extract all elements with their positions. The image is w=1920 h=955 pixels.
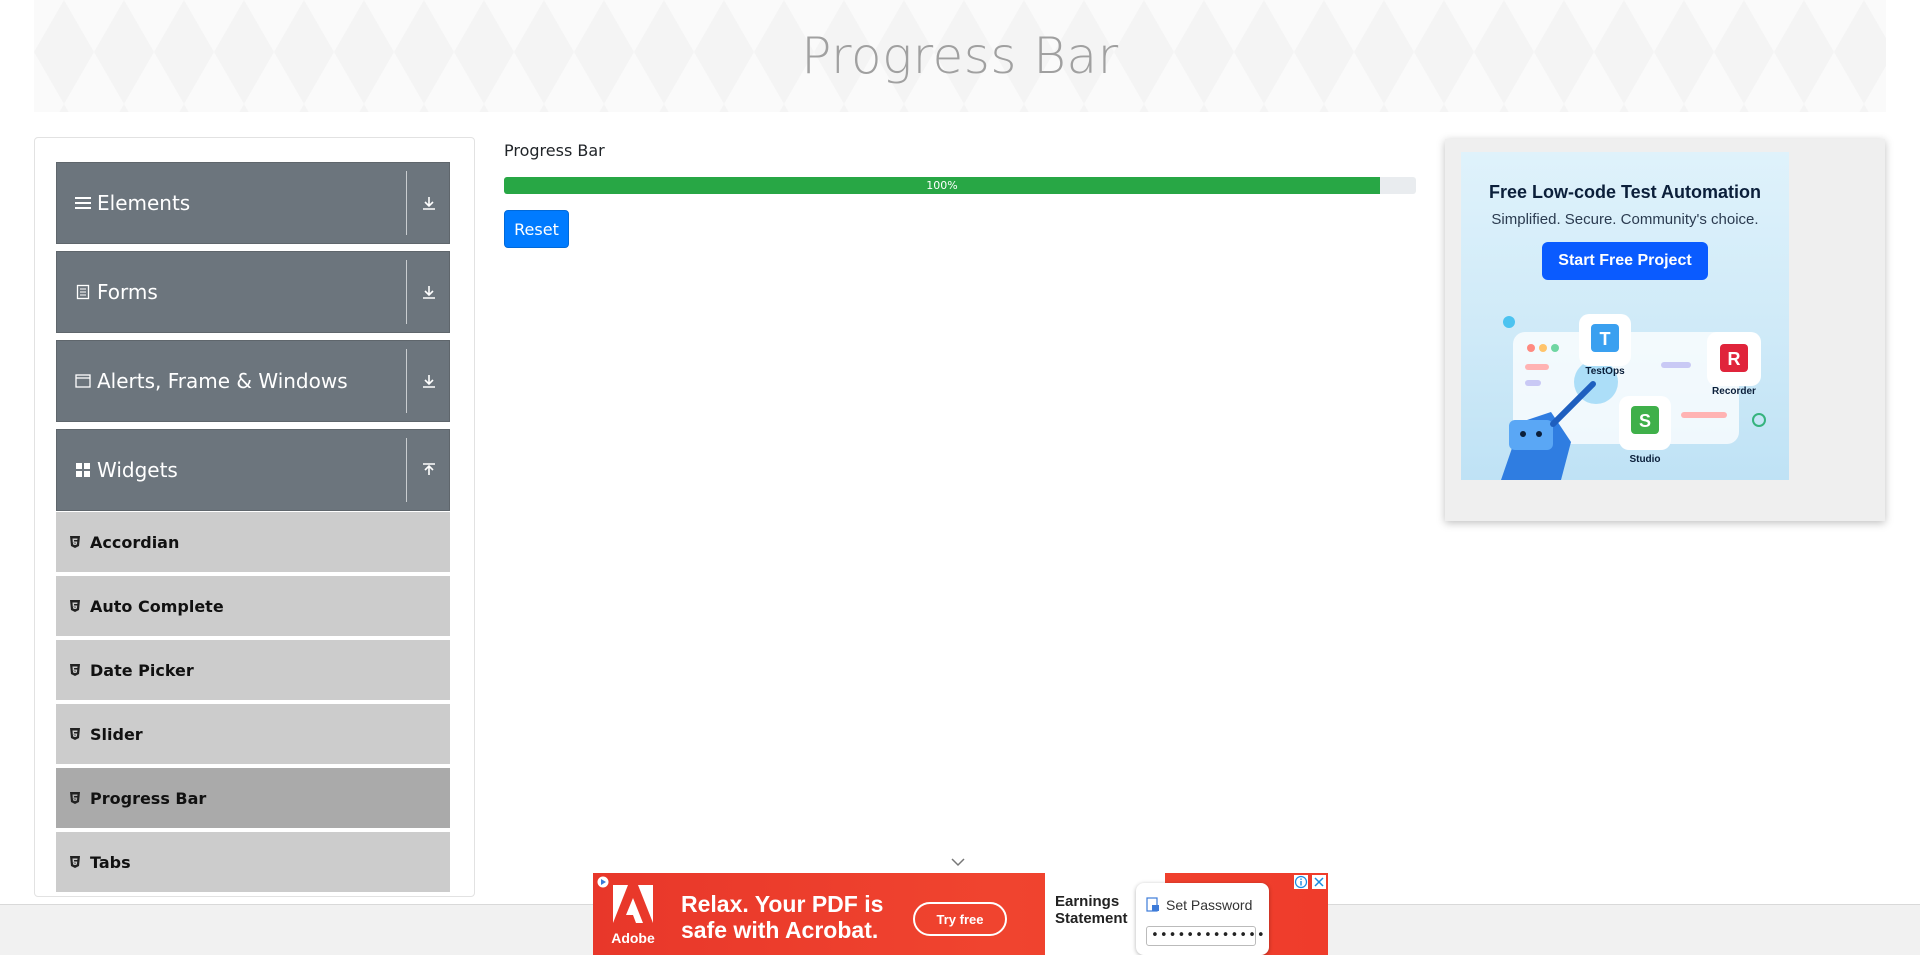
- product-label-studio: Studio: [1629, 454, 1660, 465]
- ad-title: Free Low-code Test Automation: [1488, 182, 1761, 202]
- ad-brand: Adobe: [611, 930, 655, 946]
- divider: [406, 260, 407, 324]
- divider: [406, 171, 407, 235]
- ad-banner-right[interactable]: Free Low-code Test Automation Simplified…: [1445, 139, 1885, 521]
- divider: [406, 438, 407, 502]
- download-arrow-icon[interactable]: [417, 280, 441, 304]
- sidebar-item-progress-bar[interactable]: Progress Bar: [56, 768, 450, 830]
- page-header: Progress Bar: [34, 0, 1886, 112]
- sidebar-item-label: Auto Complete: [90, 596, 224, 616]
- hamburger-icon: [75, 195, 91, 211]
- ad-banner-bottom[interactable]: Adobe Relax. Your PDF is safe with Acrob…: [593, 873, 1328, 955]
- start-free-project-button[interactable]: Start Free Project: [1542, 242, 1708, 280]
- progress-bar-label: Progress Bar: [504, 141, 605, 160]
- html5-icon: [70, 855, 82, 869]
- sidebar-group-label: Forms: [97, 280, 158, 304]
- download-arrow-icon[interactable]: [417, 191, 441, 215]
- progress-bar-fill: 100%: [504, 177, 1380, 194]
- chevron-down-icon[interactable]: [950, 856, 966, 868]
- document-icon: [75, 284, 91, 300]
- sidebar-item-auto-complete[interactable]: Auto Complete: [56, 576, 450, 638]
- html5-icon: [70, 791, 82, 805]
- info-icon[interactable]: [1294, 875, 1308, 889]
- automation-illustration: T TestOps R Recorder S Studio: [1501, 314, 1766, 480]
- sidebar: Elements Forms Alerts, Frame & Windows W…: [34, 137, 475, 897]
- password-label: Set Password: [1166, 897, 1253, 913]
- svg-text:T: T: [1600, 329, 1611, 349]
- html5-icon: [70, 727, 82, 741]
- try-free-button[interactable]: Try free: [913, 902, 1007, 936]
- html5-icon: [70, 663, 82, 677]
- progress-bar: 100%: [504, 177, 1416, 194]
- ad-headline: Relax. Your PDF is safe with Acrobat.: [681, 891, 884, 943]
- svg-text:S: S: [1639, 411, 1651, 431]
- page-title: Progress Bar: [801, 27, 1119, 85]
- sidebar-group-widgets[interactable]: Widgets: [56, 429, 450, 511]
- upload-arrow-icon[interactable]: [417, 458, 441, 482]
- password-card: Set Password •••••••••••••: [1136, 883, 1269, 955]
- sidebar-group-label: Elements: [97, 191, 191, 215]
- product-label-testops: TestOps: [1585, 366, 1625, 377]
- document-lock-icon: [1146, 897, 1159, 912]
- sidebar-group-alerts-frame-windows[interactable]: Alerts, Frame & Windows: [56, 340, 450, 422]
- adobe-logo-icon: [613, 885, 653, 923]
- divider: [406, 349, 407, 413]
- sidebar-group-label: Widgets: [97, 458, 178, 482]
- reset-button[interactable]: Reset: [504, 210, 569, 248]
- sidebar-item-label: Slider: [90, 724, 143, 744]
- sidebar-item-slider[interactable]: Slider: [56, 704, 450, 766]
- svg-text:R: R: [1728, 349, 1741, 369]
- download-arrow-icon[interactable]: [417, 369, 441, 393]
- sidebar-item-label: Tabs: [90, 852, 131, 872]
- window-icon: [75, 373, 91, 389]
- sidebar-group-forms[interactable]: Forms: [56, 251, 450, 333]
- sidebar-group-label: Alerts, Frame & Windows: [97, 369, 348, 393]
- sidebar-item-label: Accordian: [90, 532, 180, 552]
- sidebar-item-accordian[interactable]: Accordian: [56, 512, 450, 574]
- ad-subtitle: Simplified. Secure. Community's choice.: [1491, 211, 1759, 228]
- sidebar-item-label: Date Picker: [90, 660, 194, 680]
- html5-icon: [70, 599, 82, 613]
- sidebar-item-next[interactable]: [56, 896, 450, 897]
- sidebar-item-label: Progress Bar: [90, 788, 207, 808]
- grid-icon: [75, 462, 91, 478]
- sidebar-item-tabs[interactable]: Tabs: [56, 832, 450, 894]
- sidebar-group-elements[interactable]: Elements: [56, 162, 450, 244]
- ad-card[interactable]: Free Low-code Test Automation Simplified…: [1461, 152, 1789, 480]
- html5-icon: [70, 535, 82, 549]
- password-field: •••••••••••••: [1146, 926, 1265, 946]
- sidebar-item-date-picker[interactable]: Date Picker: [56, 640, 450, 702]
- adobe-logo: Adobe: [603, 885, 663, 951]
- product-label-recorder: Recorder: [1712, 386, 1756, 397]
- close-icon[interactable]: [1312, 875, 1326, 889]
